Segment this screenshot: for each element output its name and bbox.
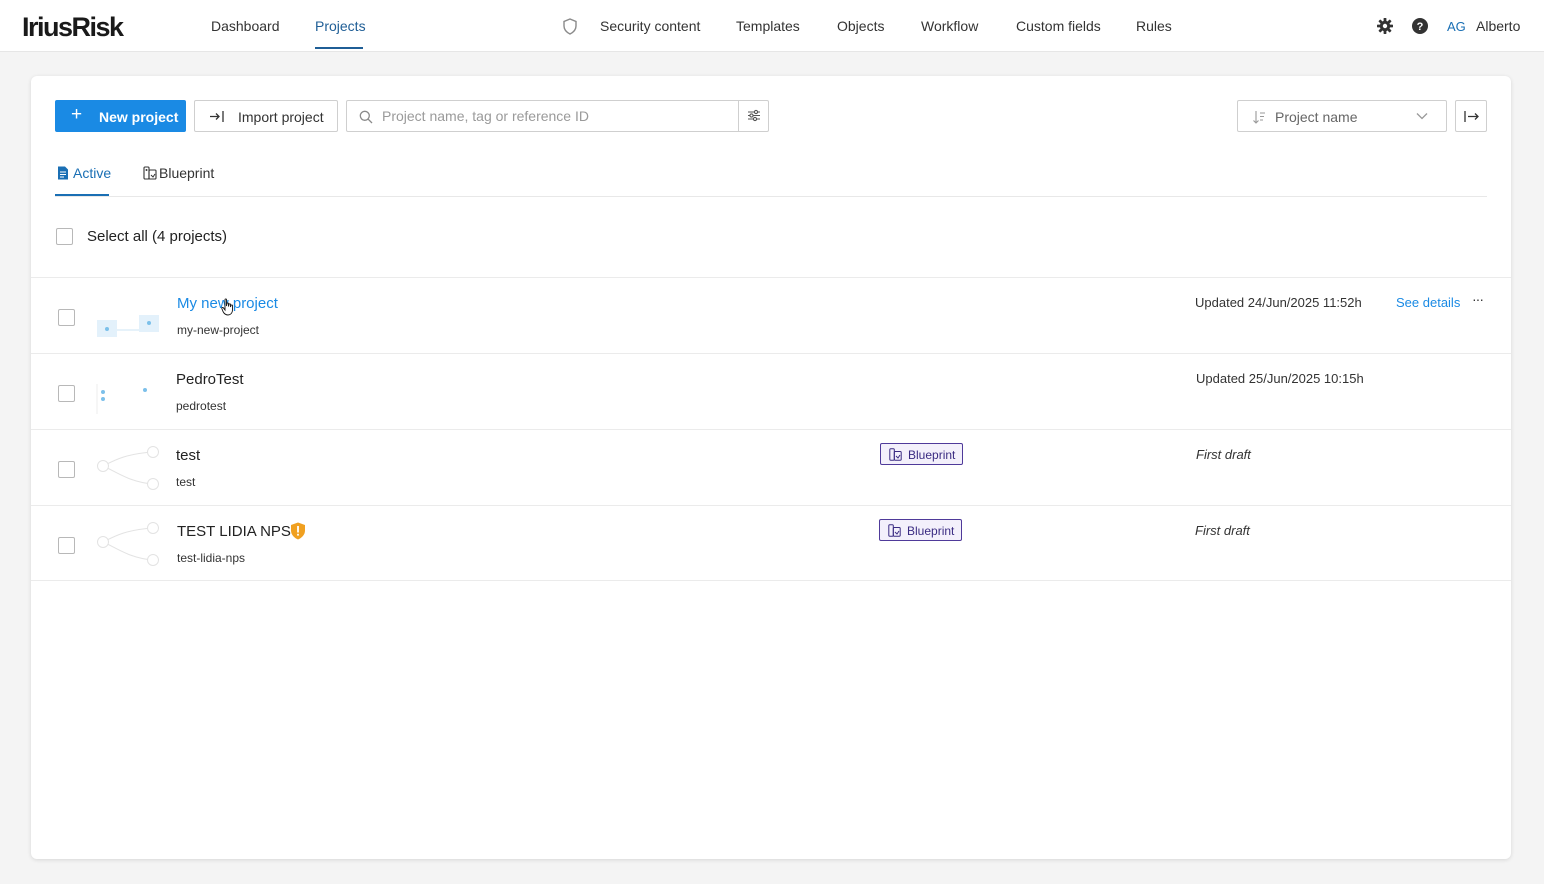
blueprint-icon bbox=[889, 448, 902, 461]
help-icon[interactable]: ? bbox=[1411, 17, 1429, 35]
project-name[interactable]: TEST LIDIA NPS bbox=[177, 523, 291, 540]
search-box bbox=[346, 100, 769, 132]
nav-workflow[interactable]: Workflow bbox=[921, 18, 978, 34]
row-checkbox[interactable] bbox=[58, 385, 75, 402]
nav-security-content[interactable]: Security content bbox=[600, 18, 700, 34]
svg-text:?: ? bbox=[1417, 21, 1424, 33]
project-slug: test bbox=[176, 475, 196, 489]
warning-shield-icon bbox=[291, 522, 305, 540]
blueprint-icon bbox=[888, 524, 901, 537]
row-checkbox[interactable] bbox=[58, 461, 75, 478]
diagram-thumbnail bbox=[97, 522, 159, 566]
shield-icon bbox=[563, 18, 577, 35]
blueprint-badge: Blueprint bbox=[879, 519, 962, 541]
logo: IriusRisk bbox=[22, 12, 124, 42]
diagram-thumbnail bbox=[96, 384, 147, 414]
project-updated: Updated 25/Jun/2025 10:15h bbox=[1196, 371, 1364, 386]
nav-projects[interactable]: Projects bbox=[315, 18, 366, 34]
project-name[interactable]: test bbox=[176, 447, 200, 464]
top-navigation-bar: IriusRisk Dashboard Projects Security co… bbox=[0, 0, 1544, 52]
plus-icon: + bbox=[71, 104, 83, 125]
projects-panel: + New project Import project Project nam… bbox=[31, 76, 1511, 859]
tab-active[interactable]: Active bbox=[55, 164, 111, 196]
row-checkbox[interactable] bbox=[58, 537, 75, 554]
project-row[interactable]: test test Blueprint First draft bbox=[31, 429, 1511, 505]
search-icon bbox=[359, 110, 373, 124]
sort-dropdown[interactable]: Project name bbox=[1237, 100, 1447, 132]
nav-templates[interactable]: Templates bbox=[736, 18, 800, 34]
document-icon bbox=[58, 166, 68, 180]
gear-icon[interactable] bbox=[1376, 17, 1394, 35]
project-slug: my-new-project bbox=[177, 323, 260, 337]
filter-button[interactable] bbox=[738, 100, 770, 132]
project-row[interactable]: TEST LIDIA NPS test-lidia-nps Blueprint … bbox=[31, 505, 1511, 581]
user-name[interactable]: Alberto bbox=[1476, 18, 1520, 34]
project-status: First draft bbox=[1196, 447, 1251, 462]
arrow-to-right-icon bbox=[1464, 111, 1479, 122]
active-nav-indicator bbox=[315, 47, 363, 49]
project-updated: Updated 24/Jun/2025 11:52h bbox=[1195, 295, 1362, 310]
nav-custom-fields[interactable]: Custom fields bbox=[1016, 18, 1101, 34]
project-row[interactable]: My new project my-new-project Updated 24… bbox=[31, 277, 1511, 353]
blueprint-icon bbox=[143, 166, 157, 180]
select-all-label: Select all (4 projects) bbox=[87, 228, 228, 245]
avatar[interactable]: AG bbox=[1447, 19, 1466, 34]
project-name[interactable]: PedroTest bbox=[176, 371, 244, 388]
collapse-panel-button[interactable] bbox=[1455, 100, 1487, 132]
select-all-checkbox[interactable] bbox=[56, 228, 73, 245]
import-icon bbox=[210, 111, 224, 122]
nav-rules[interactable]: Rules bbox=[1136, 18, 1172, 34]
chevron-down-icon bbox=[1416, 113, 1428, 120]
nav-dashboard[interactable]: Dashboard bbox=[211, 18, 280, 34]
sort-icon bbox=[1253, 111, 1265, 124]
project-slug: test-lidia-nps bbox=[177, 551, 246, 565]
diagram-thumbnail bbox=[97, 315, 159, 337]
import-project-button[interactable]: Import project bbox=[194, 100, 338, 132]
blueprint-badge: Blueprint bbox=[880, 443, 963, 465]
new-project-button[interactable]: + New project bbox=[55, 100, 186, 132]
project-status: First draft bbox=[1195, 523, 1250, 538]
diagram-thumbnail bbox=[97, 446, 159, 490]
nav-objects[interactable]: Objects bbox=[837, 18, 884, 34]
tabs-divider bbox=[55, 196, 1487, 197]
project-slug: pedrotest bbox=[176, 399, 227, 413]
see-details-link[interactable]: See details bbox=[1396, 295, 1460, 310]
project-name-link[interactable]: My new project bbox=[177, 295, 278, 312]
search-input[interactable] bbox=[382, 102, 732, 130]
more-options-button[interactable]: ··· bbox=[1472, 291, 1484, 307]
row-checkbox[interactable] bbox=[58, 309, 75, 326]
project-row[interactable]: PedroTest pedrotest Updated 25/Jun/2025 … bbox=[31, 353, 1511, 429]
filter-sliders-icon bbox=[748, 109, 760, 122]
